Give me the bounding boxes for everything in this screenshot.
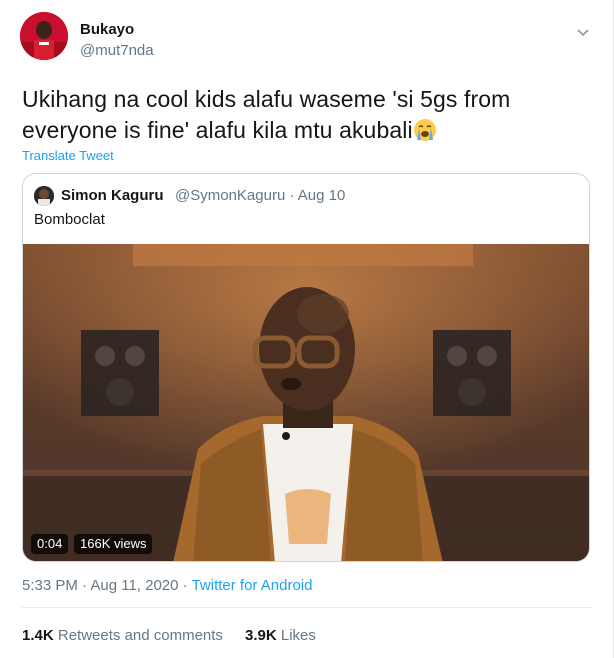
tweet-timestamp[interactable]: 5:33 PM · Aug 11, 2020 · — [22, 577, 188, 594]
tweet-card: Bukayo @mut7nda Ukihang na cool kids ala… — [0, 0, 614, 658]
retweets-stat[interactable]: 1.4K Retweets and comments — [22, 627, 223, 644]
video-duration-badge: 0:04 — [31, 534, 69, 554]
author-handle[interactable]: @mut7nda — [80, 42, 154, 59]
quoted-author-handle[interactable]: @SymonKaguru · Aug 10 — [175, 187, 345, 204]
tweet-text-line1: Ukihang na cool kids alafu waseme 'si 5g… — [22, 86, 511, 112]
retweets-label: Retweets and comments — [57, 627, 223, 644]
quoted-author-avatar[interactable] — [34, 186, 54, 206]
likes-stat[interactable]: 3.9K Likes — [245, 627, 316, 644]
likes-label: Likes — [280, 627, 316, 644]
author-name[interactable]: Bukayo — [80, 21, 134, 38]
likes-count: 3.9K — [245, 627, 277, 644]
chevron-down-icon[interactable] — [575, 24, 591, 40]
tweet-text: Ukihang na cool kids alafu waseme 'si 5g… — [22, 84, 582, 150]
retweets-count: 1.4K — [22, 627, 54, 644]
loudly-crying-face-icon — [413, 118, 437, 150]
tweet-source-link[interactable]: Twitter for Android — [192, 577, 313, 594]
quoted-author-name[interactable]: Simon Kaguru — [61, 187, 164, 204]
author-avatar[interactable] — [20, 12, 68, 60]
translate-tweet-link[interactable]: Translate Tweet — [22, 148, 114, 163]
divider — [22, 607, 592, 608]
video-frame — [23, 244, 589, 561]
quoted-tweet-text: Bomboclat — [34, 211, 105, 228]
tweet-meta: 5:33 PM · Aug 11, 2020 · Twitter for And… — [22, 577, 312, 594]
tweet-text-line2: everyone is fine' alafu kila mtu akubali — [22, 117, 413, 143]
video-views-badge: 166K views — [74, 534, 153, 554]
quoted-tweet[interactable]: Simon Kaguru @SymonKaguru · Aug 10 Bombo… — [22, 173, 590, 562]
video-player[interactable]: 0:04 166K views — [23, 244, 589, 561]
